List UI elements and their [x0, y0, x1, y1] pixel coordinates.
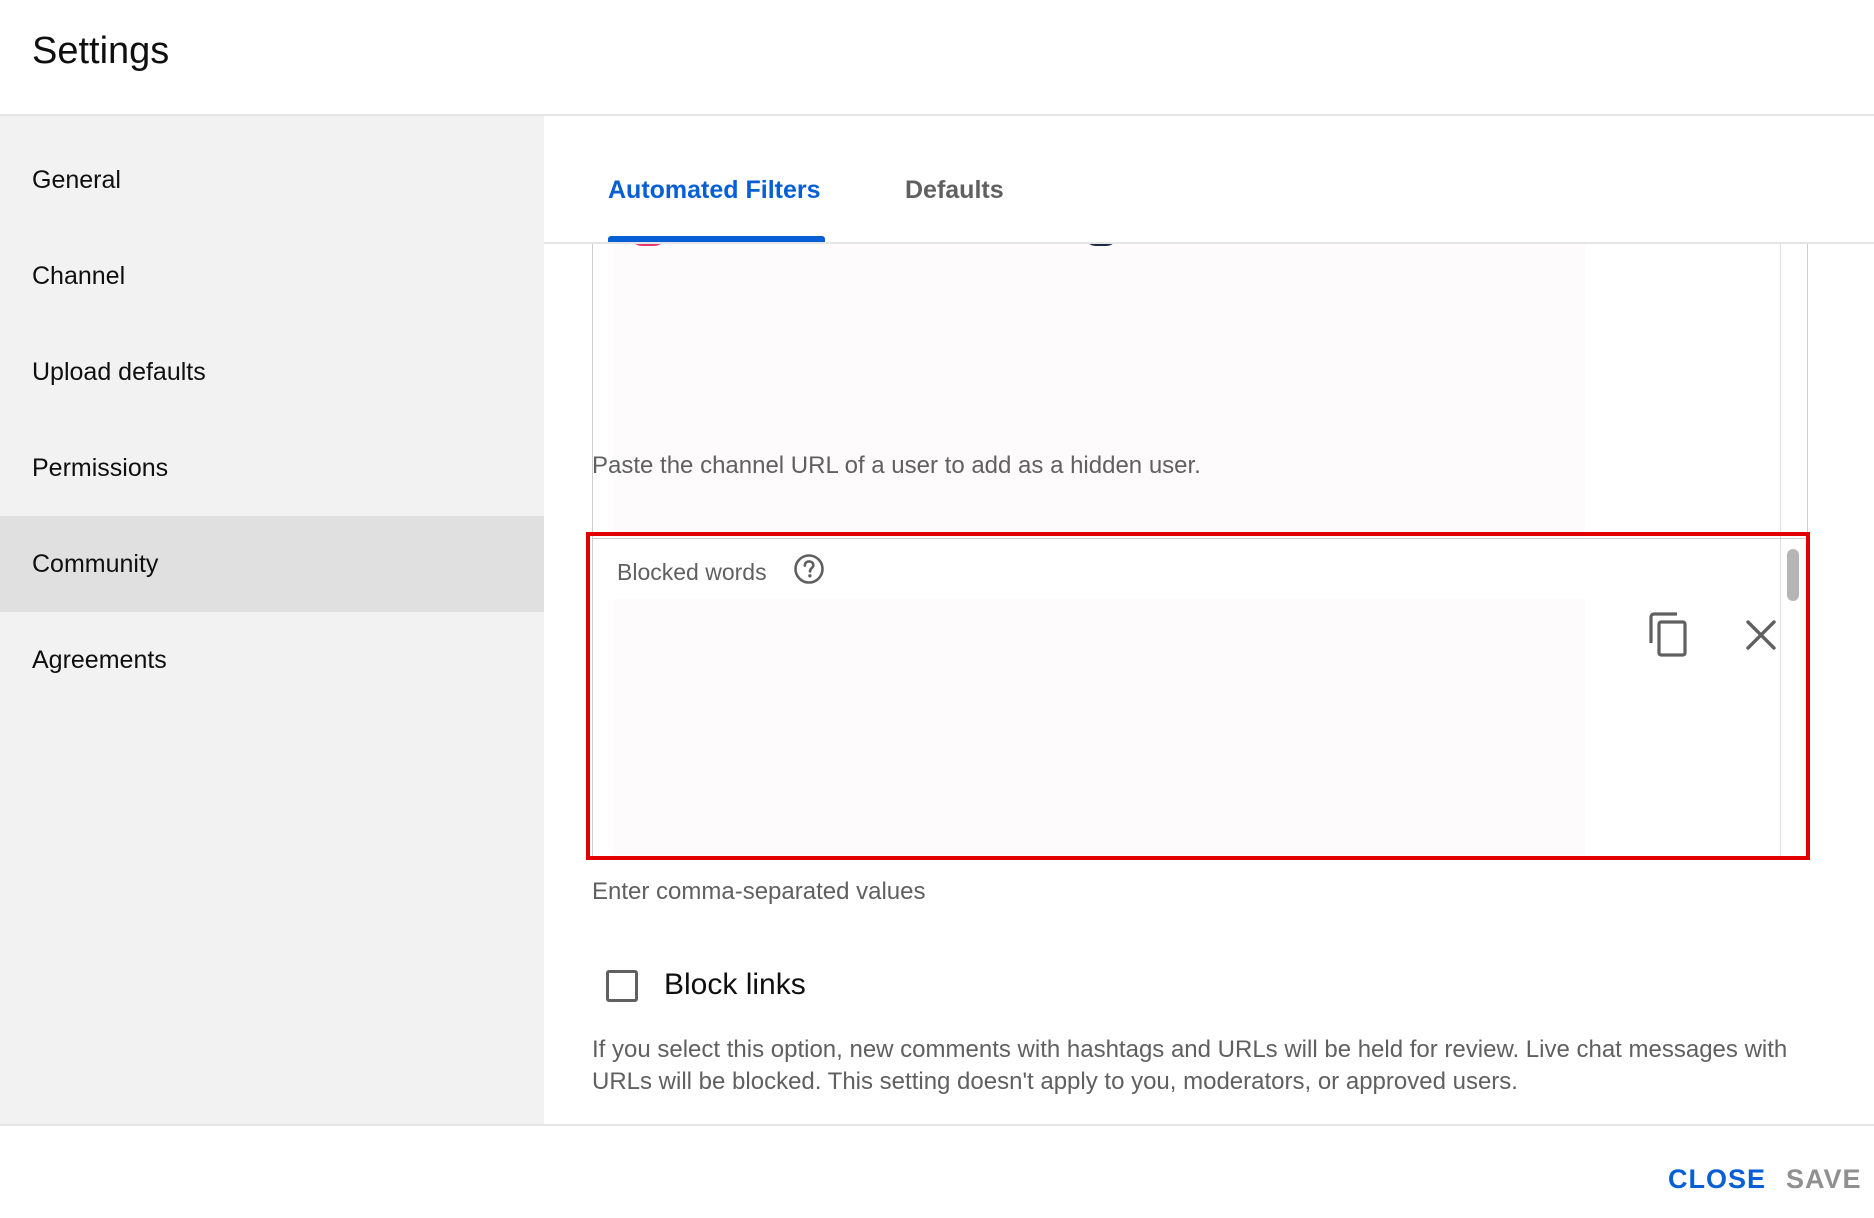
block-links-description: If you select this option, new comments … [592, 1036, 1788, 1095]
save-button[interactable]: SAVE [1786, 1164, 1862, 1195]
settings-main: Automated Filters Defaults Paste the cha… [544, 116, 1874, 1124]
active-tab-indicator [608, 236, 825, 242]
settings-sidebar: General Channel Upload defaults Permissi… [0, 116, 544, 1124]
sidebar-item-channel[interactable]: Channel [0, 228, 544, 324]
sidebar-item-upload-defaults[interactable]: Upload defaults [0, 324, 544, 420]
hidden-users-scrollbar[interactable] [1780, 242, 1807, 554]
close-button[interactable]: CLOSE [1668, 1164, 1766, 1195]
blocked-words-helper-text: Enter comma-separated values [592, 878, 926, 905]
blocked-words-input[interactable] [613, 599, 1585, 855]
dialog-header: Settings [0, 0, 1874, 116]
dialog-footer: CLOSE SAVE [0, 1124, 1874, 1218]
block-links-label[interactable]: Block links [664, 968, 806, 1002]
hidden-users-input-area[interactable] [613, 242, 1585, 554]
help-icon[interactable] [793, 553, 825, 585]
close-icon[interactable] [1741, 615, 1781, 655]
tab-defaults[interactable]: Defaults [905, 176, 1004, 205]
sidebar-item-agreements[interactable]: Agreements [0, 612, 544, 708]
sidebar-item-community[interactable]: Community [0, 516, 544, 612]
copy-icon[interactable] [1647, 611, 1691, 659]
block-links-checkbox[interactable] [606, 970, 638, 1002]
tab-bar: Automated Filters Defaults [544, 116, 1874, 244]
sidebar-item-permissions[interactable]: Permissions [0, 420, 544, 516]
scrollbar-thumb[interactable] [1787, 549, 1799, 601]
page-title: Settings [32, 30, 170, 72]
hidden-users-helper-text: Paste the channel URL of a user to add a… [592, 452, 1201, 479]
tab-automated-filters[interactable]: Automated Filters [608, 176, 821, 205]
sidebar-item-general[interactable]: General [0, 132, 544, 228]
hidden-users-field[interactable] [592, 242, 1808, 556]
blocked-words-field[interactable]: Blocked words [592, 538, 1808, 858]
blocked-words-label: Blocked words [617, 559, 767, 585]
blocked-words-scrollbar[interactable] [1780, 539, 1807, 857]
